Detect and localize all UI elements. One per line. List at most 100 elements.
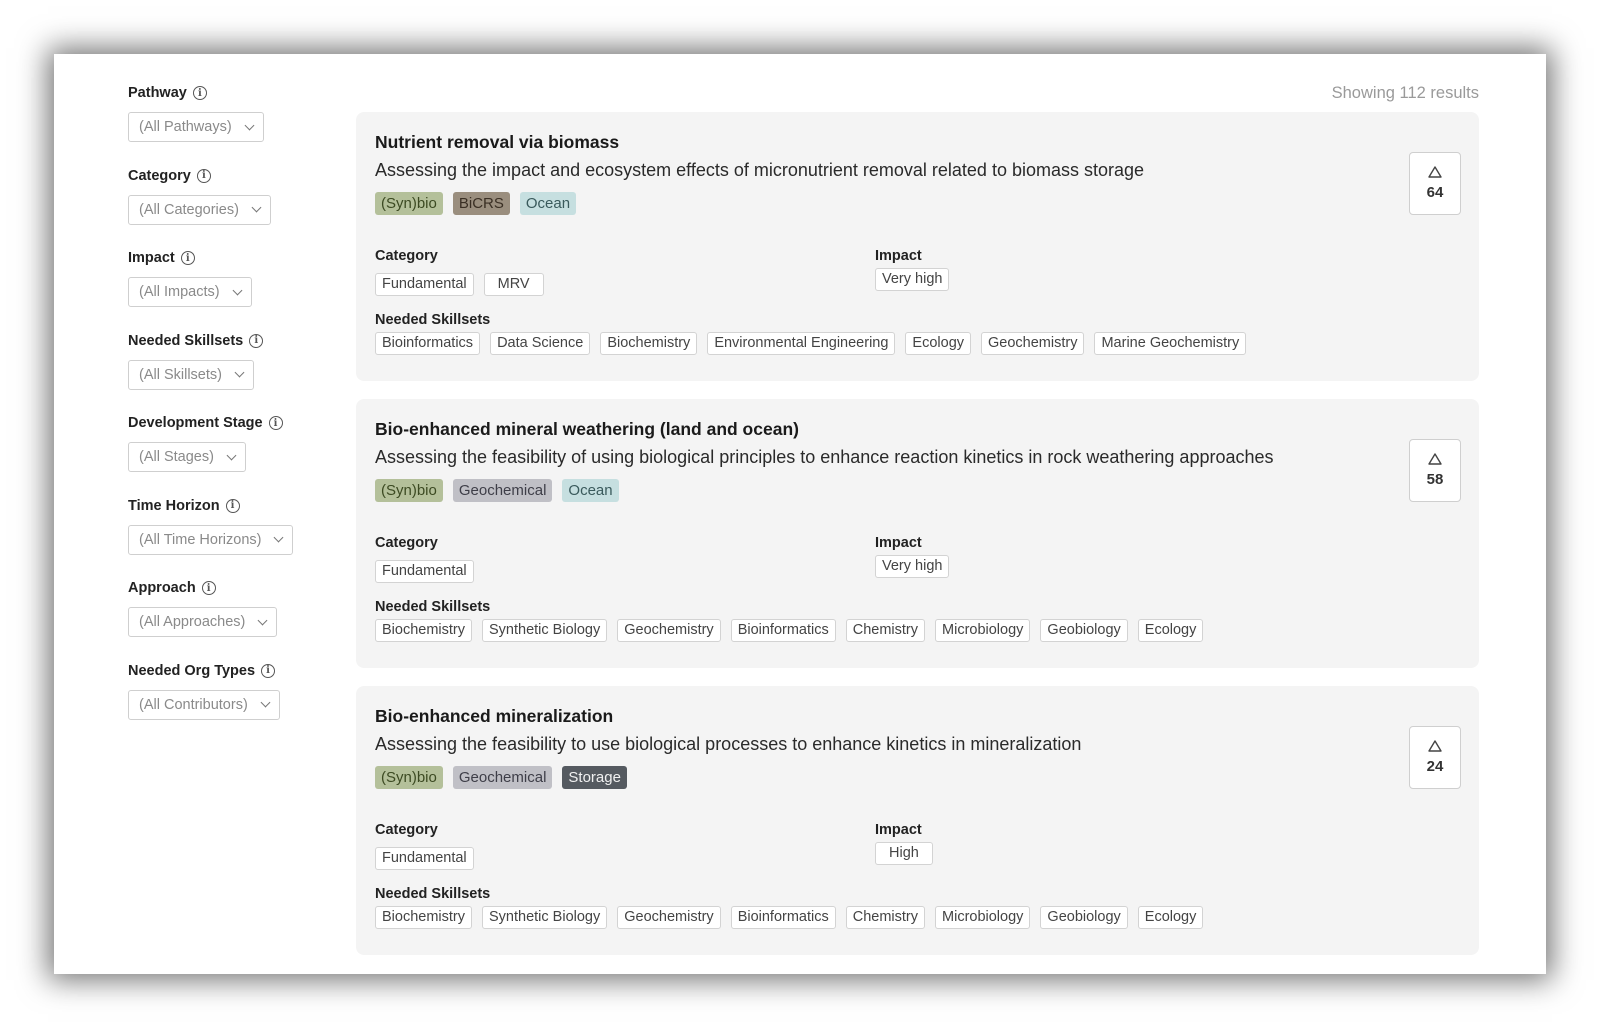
filter-impact: Impact i (All Impacts) (128, 249, 348, 332)
tag-storage: Storage (562, 766, 627, 789)
category-select[interactable]: (All Categories) (128, 194, 271, 225)
result-card[interactable]: Bio-enhanced mineralization Assessing th… (356, 686, 1479, 955)
vote-count: 58 (1426, 471, 1444, 488)
skillset-pill: Geobiology (1040, 619, 1128, 642)
skillset-pill: Marine Geochemistry (1094, 332, 1247, 355)
upvote-button[interactable]: 58 (1409, 439, 1461, 502)
skillset-pill: Ecology (905, 332, 972, 355)
chevron-down-icon (234, 367, 245, 378)
filter-skillsets: Needed Skillsets i (All Skillsets) (128, 332, 348, 415)
approach-select[interactable]: (All Approaches) (128, 607, 278, 637)
chevron-down-icon (232, 285, 243, 295)
info-icon[interactable]: i (192, 86, 207, 100)
info-icon[interactable]: i (180, 251, 195, 265)
category-pill: Fundamental (375, 847, 474, 870)
filter-category: Category i (All Categories) (128, 167, 348, 250)
filter-org-types: Needed Org Types i (All Contributors) (128, 662, 348, 745)
info-icon[interactable]: i (196, 168, 211, 183)
impact-select[interactable]: (All Impacts) (128, 277, 252, 307)
pathway-select[interactable]: (All Pathways) (128, 112, 264, 142)
skillset-list: Biochemistry Synthetic Biology Geochemis… (375, 906, 1204, 929)
upvote-button[interactable]: 24 (1409, 726, 1461, 789)
impact-pill: High (875, 842, 933, 865)
impact-label: Impact (875, 535, 922, 551)
category-list: Fundamental MRV (375, 273, 544, 296)
triangle-up-icon (1428, 166, 1442, 178)
tag-ocean: Ocean (562, 479, 619, 502)
skillset-pill: Microbiology (935, 619, 1031, 642)
skillsets-label: Needed Skillsets (375, 886, 491, 902)
info-icon[interactable]: i (225, 498, 240, 513)
triangle-up-icon (1428, 453, 1442, 465)
skillset-pill: Geobiology (1040, 906, 1128, 929)
category-list: Fundamental (375, 847, 474, 870)
impact-label: Impact (875, 822, 922, 838)
card-description: Assessing the impact and ecosystem effec… (375, 160, 1145, 180)
filter-label: Category (128, 167, 191, 184)
skillset-pill: Biochemistry (375, 906, 472, 929)
chevron-down-icon (244, 120, 255, 130)
result-card[interactable]: Nutrient removal via biomass Assessing t… (356, 112, 1479, 381)
filter-label: Needed Skillsets (128, 332, 244, 349)
chevron-down-icon (251, 202, 262, 213)
skillset-pill: Bioinformatics (375, 332, 481, 355)
impact-label: Impact (875, 248, 922, 264)
category-pill: Fundamental (375, 560, 474, 583)
skillset-pill: Geochemistry (617, 619, 721, 642)
skillset-pill: Synthetic Biology (482, 906, 608, 929)
skillset-pill: Bioinformatics (730, 906, 836, 929)
info-icon[interactable]: i (261, 663, 276, 678)
skillset-pill: Data Science (490, 332, 591, 355)
chevron-down-icon (226, 450, 237, 460)
card-title[interactable]: Bio-enhanced mineral weathering (land an… (375, 419, 799, 440)
development-stage-select[interactable]: (All Stages) (128, 442, 246, 472)
impact-pill: Very high (875, 555, 950, 578)
tag-synbio: (Syn)bio (375, 766, 443, 789)
card-description: Assessing the feasibility to use biologi… (375, 734, 1082, 754)
filter-sidebar: Pathway i (All Pathways) Category i (All C… (128, 84, 348, 744)
tag-synbio: (Syn)bio (375, 479, 443, 502)
filter-time-horizon: Time Horizon i (All Time Horizons) (128, 497, 348, 580)
category-label: Category (375, 822, 438, 838)
skillsets-select[interactable]: (All Skillsets) (128, 359, 254, 390)
results-count: Showing 112 results (1331, 84, 1479, 102)
category-label: Category (375, 248, 438, 264)
filter-label: Time Horizon (128, 497, 220, 514)
filter-label: Needed Org Types (128, 662, 256, 679)
tag-geochemical: Geochemical (452, 479, 553, 502)
chevron-down-icon (257, 615, 268, 625)
skillset-pill: Chemistry (845, 906, 926, 929)
card-title[interactable]: Nutrient removal via biomass (375, 132, 619, 153)
skillset-pill: Ecology (1137, 906, 1204, 929)
app-window: Pathway i (All Pathways) Category i (All C… (54, 54, 1546, 974)
tag-list: (Syn)bio BiCRS Ocean (375, 192, 577, 215)
tag-ocean: Ocean (519, 192, 577, 215)
skillset-pill: Biochemistry (375, 619, 472, 642)
info-icon[interactable]: i (268, 416, 283, 430)
result-card[interactable]: Bio-enhanced mineral weathering (land an… (356, 399, 1479, 668)
card-description: Assessing the feasibility of using biolo… (375, 447, 1274, 467)
skillset-pill: Geochemistry (617, 906, 721, 929)
tag-list: (Syn)bio Geochemical Storage (375, 766, 627, 789)
tag-synbio: (Syn)bio (375, 192, 443, 215)
info-icon[interactable]: i (249, 333, 264, 348)
skillset-pill: Bioinformatics (730, 619, 836, 642)
triangle-up-icon (1428, 740, 1442, 752)
skillsets-label: Needed Skillsets (375, 599, 491, 615)
time-horizon-select[interactable]: (All Time Horizons) (128, 524, 294, 555)
card-title[interactable]: Bio-enhanced mineralization (375, 706, 613, 727)
skillset-pill: Synthetic Biology (482, 619, 608, 642)
filter-development-stage: Development Stage i (All Stages) (128, 414, 348, 497)
upvote-button[interactable]: 64 (1409, 152, 1461, 215)
category-pill: Fundamental (375, 273, 474, 296)
info-icon[interactable]: i (201, 581, 216, 595)
filter-label: Pathway (128, 85, 187, 101)
skillset-pill: Environmental Engineering (707, 332, 896, 355)
skillset-list: Biochemistry Synthetic Biology Geochemis… (375, 619, 1204, 642)
chevron-down-icon (274, 532, 284, 543)
filter-label: Development Stage (128, 415, 263, 431)
vote-count: 24 (1426, 758, 1444, 775)
skillset-list: Bioinformatics Data Science Biochemistry… (375, 332, 1247, 355)
org-types-select[interactable]: (All Contributors) (128, 689, 280, 720)
skillsets-label: Needed Skillsets (375, 312, 491, 328)
